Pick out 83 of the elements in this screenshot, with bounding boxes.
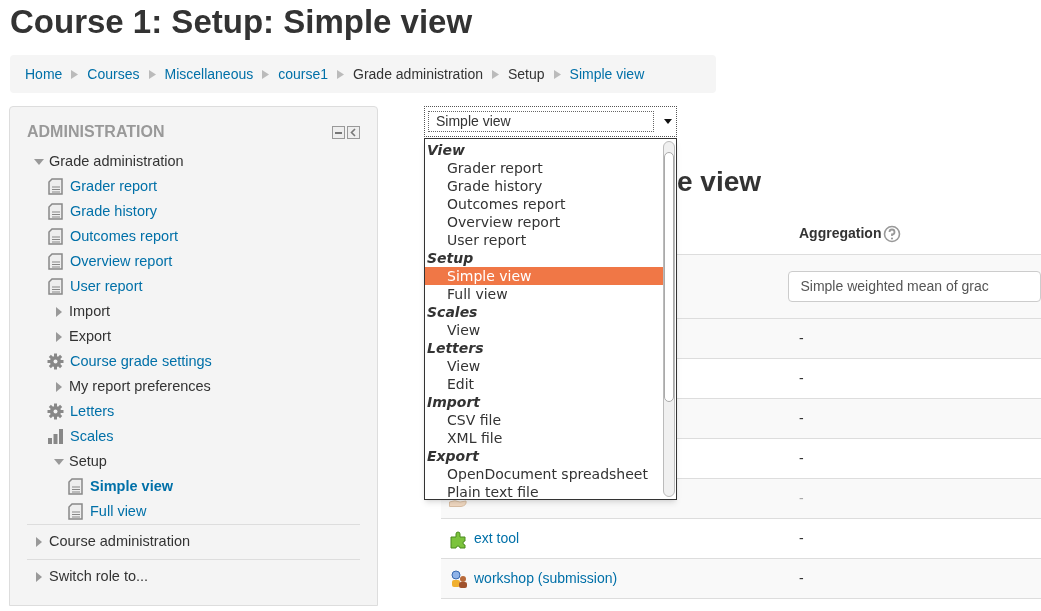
report-icon bbox=[47, 178, 64, 195]
tree-item[interactable]: Export bbox=[69, 325, 111, 348]
people-icon bbox=[449, 568, 469, 589]
table-cell-text: - bbox=[799, 489, 804, 508]
option-group-label: Import bbox=[426, 393, 482, 411]
table-cell-text: - bbox=[799, 529, 804, 548]
separator-icon bbox=[337, 69, 345, 79]
separator-icon bbox=[492, 69, 499, 79]
dropdown-option[interactable]: View bbox=[425, 357, 663, 375]
gear-icon bbox=[47, 403, 64, 420]
block-title: ADMINISTRATION bbox=[27, 122, 165, 142]
aggregation-select[interactable]: Simple weighted mean of grac bbox=[788, 271, 1041, 302]
table-cell-text: - bbox=[799, 569, 804, 588]
report-icon bbox=[67, 503, 84, 520]
option-group-label: Scales bbox=[426, 303, 479, 321]
breadcrumb-link[interactable]: Miscellaneous bbox=[164, 63, 254, 85]
option-group-label: Letters bbox=[426, 339, 485, 357]
table-cell-text: - bbox=[799, 329, 804, 348]
tree-link[interactable]: Grade history bbox=[70, 200, 158, 223]
page-heading: e view bbox=[677, 166, 762, 197]
dropdown-option[interactable]: Grader report bbox=[425, 159, 663, 177]
tree-link[interactable]: Outcomes report bbox=[70, 225, 178, 248]
hand-document-icon bbox=[449, 500, 467, 507]
dropdown-option[interactable]: Overview report bbox=[425, 213, 663, 231]
report-icon bbox=[67, 478, 84, 495]
tree-link[interactable]: Grader report bbox=[70, 175, 158, 198]
breadcrumb-link[interactable]: Home bbox=[25, 63, 63, 85]
scroll-thumb[interactable] bbox=[664, 152, 674, 402]
gear-icon bbox=[47, 353, 64, 370]
separator-icon bbox=[148, 69, 156, 79]
option-group-label: Export bbox=[426, 447, 481, 465]
breadcrumb-link[interactable]: Courses bbox=[87, 63, 140, 85]
report-icon bbox=[47, 253, 64, 270]
tree-link[interactable]: Scales bbox=[70, 425, 114, 448]
tree-link[interactable]: Course grade settings bbox=[70, 350, 212, 373]
separator-icon bbox=[262, 69, 270, 79]
collapse-icon bbox=[332, 125, 345, 139]
item-link[interactable]: workshop (submission) bbox=[474, 568, 618, 589]
table-cell-text: - bbox=[799, 409, 804, 428]
table-cell-text: - bbox=[799, 449, 804, 468]
dropdown-option[interactable]: CSV file bbox=[425, 411, 663, 429]
puzzle-icon bbox=[449, 528, 469, 549]
tree-link[interactable]: Overview report bbox=[70, 250, 173, 273]
separator-icon bbox=[553, 69, 561, 79]
tree-link[interactable]: Simple view bbox=[90, 475, 173, 498]
dropdown-option[interactable]: Outcomes report bbox=[425, 195, 663, 213]
report-icon bbox=[47, 203, 64, 220]
separator-icon bbox=[71, 69, 79, 79]
breadcrumb-item: Grade administration bbox=[353, 64, 483, 84]
tree-item[interactable]: Switch role to... bbox=[49, 566, 149, 588]
scrollbar[interactable] bbox=[663, 141, 675, 497]
dropdown-option[interactable]: XML file bbox=[425, 429, 663, 447]
tree-item[interactable]: Setup bbox=[69, 450, 107, 473]
help-icon bbox=[883, 224, 902, 243]
report-icon bbox=[47, 228, 64, 245]
page-title: Course 1: Setup: Simple view bbox=[10, 2, 473, 42]
table-cell-text: - bbox=[799, 369, 804, 388]
dropdown-option[interactable]: Grade history bbox=[425, 177, 663, 195]
option-group-label: Setup bbox=[426, 249, 475, 267]
dropdown-option[interactable]: OpenDocument spreadsheet bbox=[425, 465, 663, 483]
breadcrumb-item: Setup bbox=[508, 64, 545, 84]
tree-item[interactable]: Course administration bbox=[49, 531, 191, 553]
option-group-label: View bbox=[426, 141, 466, 159]
dropdown-option[interactable]: Edit bbox=[425, 375, 663, 393]
report-icon bbox=[47, 278, 64, 295]
dropdown-option[interactable]: User report bbox=[425, 231, 663, 249]
tree-link[interactable]: Letters bbox=[70, 400, 115, 423]
breadcrumb-link[interactable]: course1 bbox=[278, 63, 329, 85]
tree-item[interactable]: Grade administration bbox=[49, 150, 184, 173]
tree-link[interactable]: User report bbox=[70, 275, 143, 298]
dropdown-option[interactable]: Plain text file bbox=[425, 483, 663, 499]
dropdown-option[interactable]: Full view bbox=[425, 285, 663, 303]
dock-icon bbox=[347, 125, 360, 139]
dropdown-option[interactable]: View bbox=[425, 321, 663, 339]
bar-chart-icon bbox=[47, 428, 64, 445]
view-select[interactable]: Simple view bbox=[424, 106, 677, 137]
tree-item[interactable]: Import bbox=[69, 300, 111, 323]
column-header: Aggregation bbox=[799, 224, 882, 243]
tree-link[interactable]: Full view bbox=[90, 500, 147, 523]
item-link[interactable]: ext tool bbox=[474, 528, 520, 549]
dropdown-arrow-icon bbox=[664, 119, 672, 124]
breadcrumb-link[interactable]: Simple view bbox=[569, 63, 645, 85]
tree-item[interactable]: My report preferences bbox=[69, 375, 211, 398]
